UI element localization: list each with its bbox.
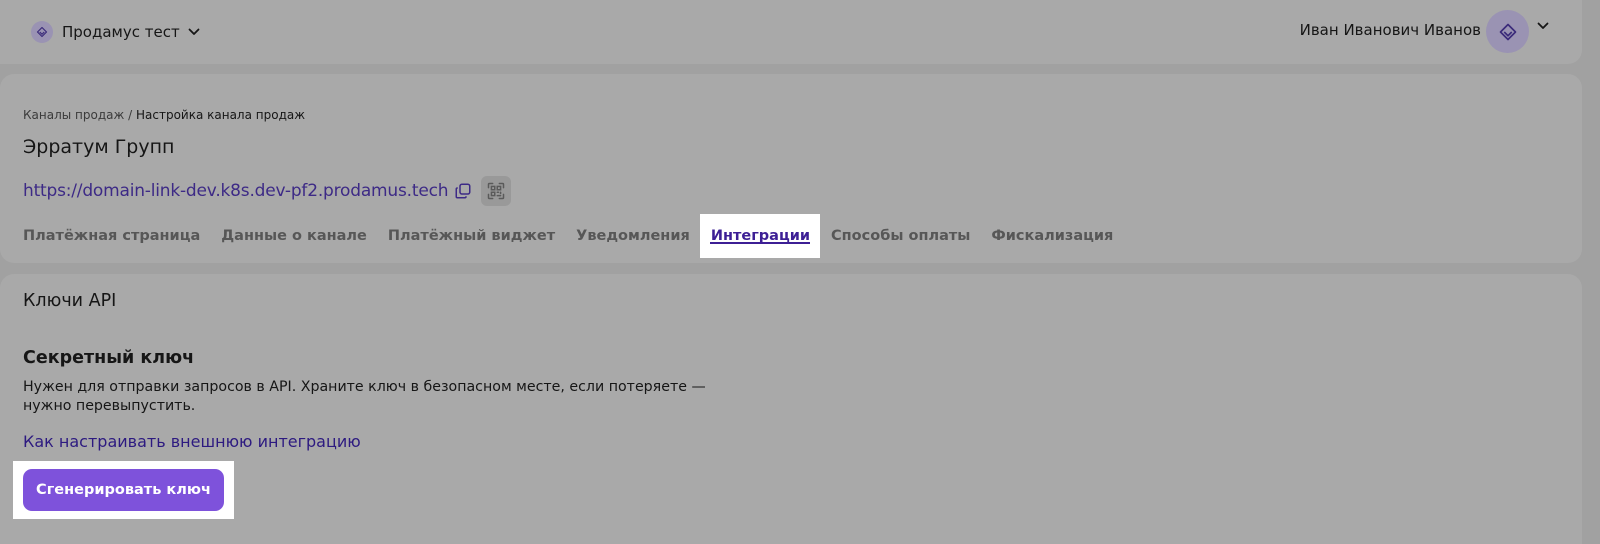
layers-icon xyxy=(1499,23,1516,40)
channel-url-link[interactable]: https://domain-link-dev.k8s.dev-pf2.prod… xyxy=(23,181,448,201)
description-line-2: нужно перевыпустить. xyxy=(23,398,196,414)
tab-notifications[interactable]: Уведомления xyxy=(565,214,700,258)
description-line-1: Нужен для отправки запросов в API. Храни… xyxy=(23,379,706,395)
integration-help-link[interactable]: Как настраивать внешнюю интеграцию xyxy=(23,432,361,451)
tab-label: Данные о канале xyxy=(221,228,367,244)
tab-label: Уведомления xyxy=(576,228,690,244)
breadcrumb-current: Настройка канала продаж xyxy=(135,108,306,122)
channel-url-row: https://domain-link-dev.k8s.dev-pf2.prod… xyxy=(23,176,512,206)
top-bar: Продамус тест Иван Иванович Иванов xyxy=(0,0,1582,64)
tab-integrations[interactable]: Интеграции xyxy=(699,214,821,258)
tab-label: Платёжная страница xyxy=(23,228,201,244)
breadcrumb-separator: / xyxy=(128,108,136,122)
channel-header-card: Каналы продаж / Настройка канала продаж … xyxy=(0,74,1582,263)
user-menu-chevron-down-icon[interactable] xyxy=(1537,22,1549,30)
tab-label: Фискализация xyxy=(991,228,1114,244)
active-tab-underline xyxy=(709,242,811,244)
tab-label: Платёжный виджет xyxy=(387,228,556,244)
api-keys-card: Ключи API Секретный ключ Нужен для отпра… xyxy=(0,274,1582,544)
avatar[interactable] xyxy=(1486,10,1529,53)
page-title: Эрратум Групп xyxy=(23,136,175,158)
tab-payment-page[interactable]: Платёжная страница xyxy=(12,214,210,258)
breadcrumb-parent-link[interactable]: Каналы продаж xyxy=(23,108,124,122)
tab-channel-data[interactable]: Данные о канале xyxy=(210,214,377,258)
tab-bar: Платёжная страница Данные о канале Платё… xyxy=(12,214,1123,258)
secret-key-description: Нужен для отправки запросов в API. Храни… xyxy=(23,378,753,416)
copy-icon[interactable] xyxy=(453,181,473,201)
tab-payment-widget[interactable]: Платёжный виджет xyxy=(377,214,565,258)
secret-key-title: Секретный ключ xyxy=(23,348,195,368)
tab-label: Способы оплаты xyxy=(831,228,971,244)
user-name: Иван Иванович Иванов xyxy=(1299,21,1481,39)
qr-code-icon[interactable] xyxy=(481,176,512,206)
tab-payment-methods[interactable]: Способы оплаты xyxy=(820,214,980,258)
generate-button-highlight: Сгенерировать ключ xyxy=(13,461,234,519)
org-switcher[interactable]: Продамус тест xyxy=(31,20,200,44)
tab-fiscalization[interactable]: Фискализация xyxy=(980,214,1123,258)
chevron-down-icon xyxy=(188,28,200,36)
generate-key-button[interactable]: Сгенерировать ключ xyxy=(23,469,224,511)
breadcrumb: Каналы продаж / Настройка канала продаж xyxy=(23,108,305,122)
section-title: Ключи API xyxy=(23,291,117,311)
org-name: Продамус тест xyxy=(62,23,180,41)
layers-icon xyxy=(31,21,53,43)
